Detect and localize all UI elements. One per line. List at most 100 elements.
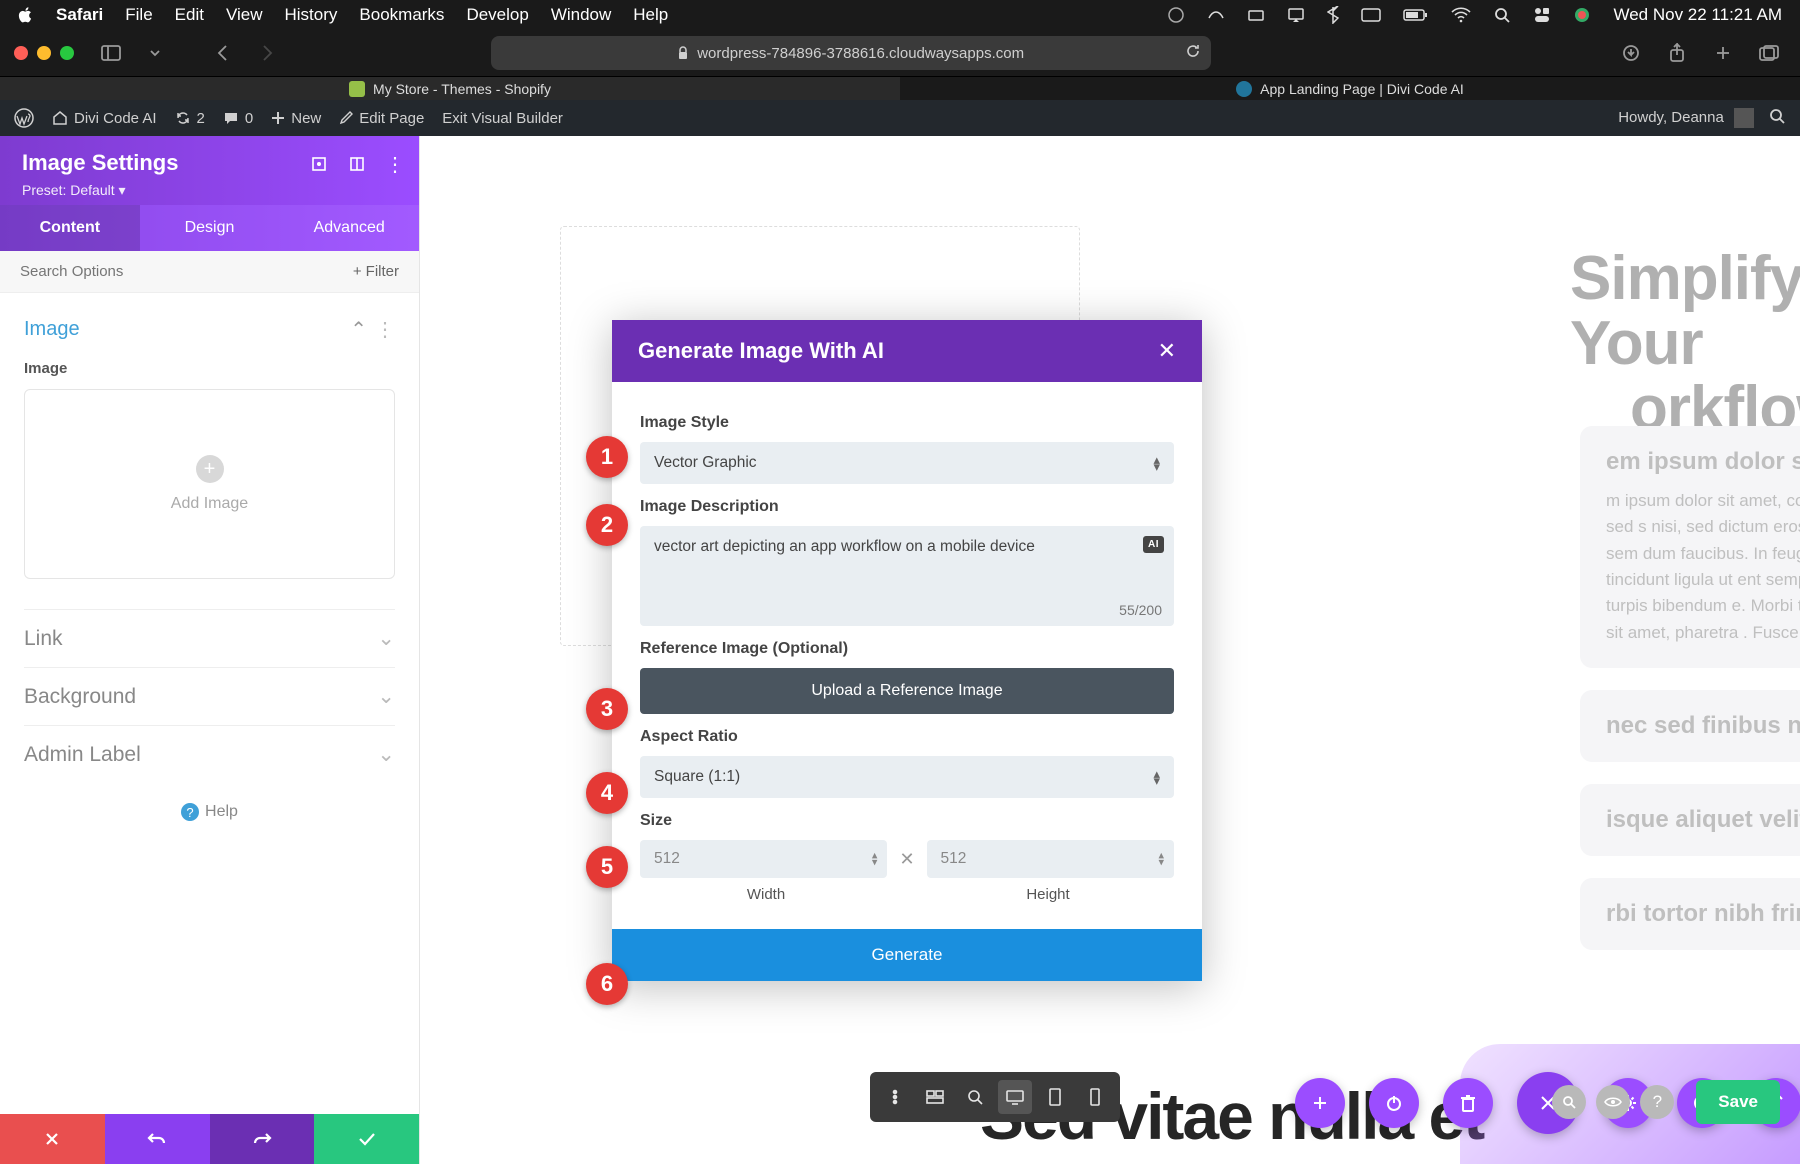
tablet-view-icon[interactable] — [1038, 1080, 1072, 1114]
toolbar-kebab-icon[interactable] — [878, 1080, 912, 1114]
ai-badge-icon[interactable]: AI — [1143, 536, 1164, 553]
find-bubble[interactable] — [1552, 1085, 1586, 1119]
wp-exit-vb[interactable]: Exit Visual Builder — [442, 110, 563, 127]
status-icon-1[interactable] — [1167, 6, 1185, 24]
zoom-icon[interactable] — [958, 1080, 992, 1114]
kebab-icon[interactable]: ⋮ — [385, 154, 405, 174]
add-module-button[interactable] — [1295, 1078, 1345, 1128]
tab-group-chevron-icon[interactable] — [138, 38, 172, 68]
search-input[interactable] — [20, 263, 353, 280]
reload-icon[interactable] — [1185, 43, 1201, 63]
wp-search-icon[interactable] — [1768, 107, 1786, 129]
nav-forward-icon[interactable] — [250, 38, 284, 68]
new-tab-icon[interactable] — [1706, 38, 1740, 68]
redo-button[interactable] — [210, 1114, 315, 1164]
wp-comments[interactable]: 0 — [223, 110, 253, 127]
chevron-down-icon: ⌄ — [377, 626, 395, 651]
help-bubble[interactable]: ? — [1640, 1085, 1674, 1119]
power-button[interactable] — [1369, 1078, 1419, 1128]
spotlight-icon[interactable] — [1493, 6, 1511, 24]
menu-window[interactable]: Window — [551, 5, 611, 25]
wp-logo-icon[interactable] — [14, 108, 34, 128]
expand-icon[interactable] — [309, 154, 329, 174]
menu-develop[interactable]: Develop — [466, 5, 528, 25]
siri-icon[interactable] — [1573, 6, 1591, 24]
apple-logo-icon[interactable] — [18, 7, 34, 23]
height-input[interactable]: 512▴▾ — [927, 840, 1174, 878]
bluetooth-icon[interactable] — [1327, 6, 1339, 24]
help-row[interactable]: ?Help — [24, 783, 395, 841]
tab-overview-icon[interactable] — [1752, 38, 1786, 68]
accordion-admin-label[interactable]: Admin Label⌄ — [24, 725, 395, 783]
folder-icon[interactable] — [1247, 6, 1265, 24]
image-section-header[interactable]: Image ⌃⋮ — [24, 303, 395, 356]
wireframe-icon[interactable] — [918, 1080, 952, 1114]
image-style-select[interactable]: Vector Graphic ▴▾ — [640, 442, 1174, 484]
filter-button[interactable]: + Filter — [353, 263, 399, 280]
status-icon-2[interactable] — [1207, 6, 1225, 24]
app-name[interactable]: Safari — [56, 5, 103, 25]
generate-button[interactable]: Generate — [612, 929, 1202, 981]
modal-close-icon[interactable]: ✕ — [1158, 338, 1176, 364]
upload-reference-button[interactable]: Upload a Reference Image — [640, 668, 1174, 714]
sidebar-preset[interactable]: Preset: Default ▾ — [22, 182, 397, 199]
page-accordion-4[interactable]: rbi tortor nibh fringilla + — [1580, 878, 1800, 950]
downloads-icon[interactable] — [1614, 38, 1648, 68]
mobile-view-icon[interactable] — [1078, 1080, 1112, 1114]
page-accordion-3[interactable]: isque aliquet velit sit amet + — [1580, 784, 1800, 856]
tab-advanced[interactable]: Advanced — [279, 205, 419, 251]
kebab-icon[interactable]: ⋮ — [375, 317, 395, 342]
menu-help[interactable]: Help — [633, 5, 668, 25]
menu-bookmarks[interactable]: Bookmarks — [359, 5, 444, 25]
discard-button[interactable] — [0, 1114, 105, 1164]
page-accordion-2[interactable]: nec sed finibus nisi + — [1580, 690, 1800, 762]
aspect-ratio-select[interactable]: Square (1:1) ▴▾ — [640, 756, 1174, 798]
visibility-bubble[interactable] — [1596, 1085, 1630, 1119]
spinner-icon[interactable]: ▴▾ — [872, 852, 878, 865]
add-image-text: Add Image — [171, 495, 248, 513]
window-close[interactable] — [14, 46, 28, 60]
window-zoom[interactable] — [60, 46, 74, 60]
window-minimize[interactable] — [37, 46, 51, 60]
screen-mirror-icon[interactable] — [1287, 6, 1305, 24]
wp-howdy[interactable]: Howdy, Deanna — [1618, 108, 1754, 128]
annotation-bubble-5: 5 — [586, 846, 628, 888]
battery-icon[interactable] — [1403, 8, 1429, 22]
wp-new[interactable]: New — [271, 110, 321, 127]
hero-heading: Simplify Your orkflows — [1570, 246, 1800, 441]
browser-tab-shopify[interactable]: My Store - Themes - Shopify — [0, 76, 900, 100]
menu-clock[interactable]: Wed Nov 22 11:21 AM — [1613, 5, 1782, 25]
url-field[interactable]: wordpress-784896-3788616.cloudwaysapps.c… — [491, 36, 1211, 70]
tab-design[interactable]: Design — [140, 205, 280, 251]
browser-tab-divi[interactable]: App Landing Page | Divi Code AI — [900, 76, 1800, 100]
control-center-icon[interactable] — [1533, 6, 1551, 24]
wp-updates[interactable]: 2 — [175, 110, 205, 127]
tab-content[interactable]: Content — [0, 205, 140, 251]
wp-site-link[interactable]: Divi Code AI — [52, 110, 157, 127]
wp-edit-page[interactable]: Edit Page — [339, 110, 424, 127]
accordion-link[interactable]: Link⌄ — [24, 609, 395, 667]
sidebar-toggle-icon[interactable] — [94, 38, 128, 68]
menu-history[interactable]: History — [285, 5, 338, 25]
menu-view[interactable]: View — [226, 5, 263, 25]
size-label: Size — [640, 812, 1174, 830]
columns-icon[interactable] — [347, 154, 367, 174]
reference-label: Reference Image (Optional) — [640, 640, 1174, 658]
spinner-icon[interactable]: ▴▾ — [1158, 852, 1164, 865]
desktop-view-icon[interactable] — [998, 1080, 1032, 1114]
image-desc-textarea[interactable]: vector art depicting an app workflow on … — [640, 526, 1174, 626]
trash-button[interactable] — [1443, 1078, 1493, 1128]
apply-button[interactable] — [314, 1114, 419, 1164]
undo-button[interactable] — [105, 1114, 210, 1164]
save-button[interactable]: Save — [1696, 1080, 1780, 1124]
keyboard-icon[interactable] — [1361, 8, 1381, 22]
width-input[interactable]: 512▴▾ — [640, 840, 887, 878]
wifi-icon[interactable] — [1451, 7, 1471, 23]
page-accordion-1[interactable]: em ipsum dolor sit amet m ipsum dolor si… — [1580, 426, 1800, 668]
nav-back-icon[interactable] — [206, 38, 240, 68]
menu-edit[interactable]: Edit — [175, 5, 204, 25]
image-upload-box[interactable]: + Add Image — [24, 389, 395, 579]
accordion-background[interactable]: Background⌄ — [24, 667, 395, 725]
share-icon[interactable] — [1660, 38, 1694, 68]
menu-file[interactable]: File — [125, 5, 152, 25]
